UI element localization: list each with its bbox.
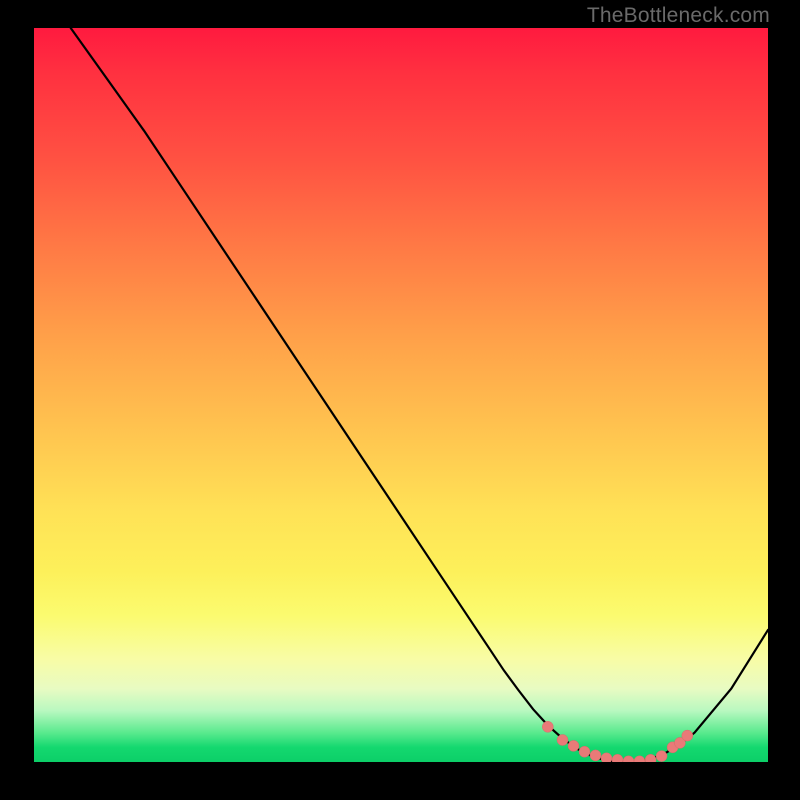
curve-group [71, 28, 768, 762]
plot-area [34, 28, 768, 762]
bottleneck-curve [71, 28, 768, 762]
valley-marker [623, 756, 634, 762]
marker-group [542, 721, 693, 762]
valley-marker [634, 756, 645, 762]
valley-marker [656, 751, 667, 762]
valley-marker [601, 753, 612, 762]
valley-marker [590, 750, 601, 761]
valley-marker [579, 746, 590, 757]
valley-marker [557, 735, 568, 746]
valley-marker [542, 721, 553, 732]
watermark-text: TheBottleneck.com [587, 4, 770, 28]
valley-marker [568, 740, 579, 751]
valley-marker [645, 754, 656, 762]
valley-marker [612, 754, 623, 762]
chart-svg [34, 28, 768, 762]
chart-frame: TheBottleneck.com [0, 0, 800, 800]
valley-marker [682, 730, 693, 741]
